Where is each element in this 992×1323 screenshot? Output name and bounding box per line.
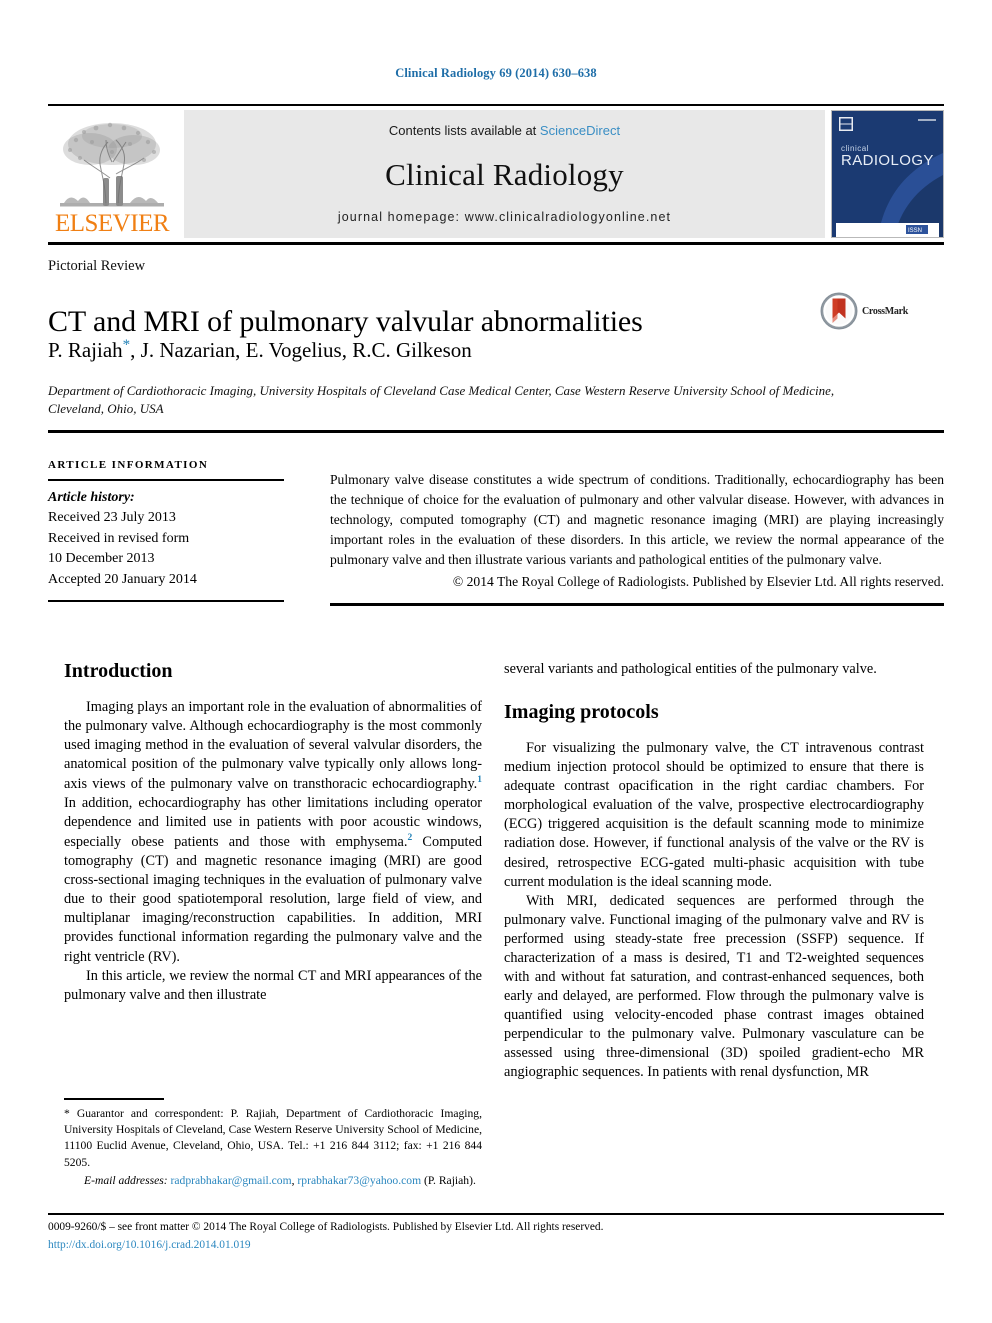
contents-available-line: Contents lists available at ScienceDirec… bbox=[389, 123, 620, 138]
abstract-copyright: © 2014 The Royal College of Radiologists… bbox=[452, 573, 944, 589]
crossmark-icon bbox=[820, 292, 858, 330]
page-title: CT and MRI of pulmonary valvular abnorma… bbox=[48, 305, 643, 339]
elsevier-tree-icon bbox=[60, 122, 164, 207]
author-list: P. Rajiah*, J. Nazarian, E. Vogelius, R.… bbox=[48, 337, 472, 363]
masthead-bottom-rule bbox=[48, 242, 944, 245]
footnote-email-suffix: (P. Rajiah). bbox=[424, 1173, 476, 1187]
footnote-divider bbox=[64, 1098, 164, 1100]
intro-continuation: several variants and pathological entiti… bbox=[504, 661, 877, 677]
journal-masthead: ELSEVIER Contents lists available at Sci… bbox=[48, 110, 944, 238]
article-information-heading: ARTICLE INFORMATION bbox=[48, 459, 209, 471]
body-column-left: Introduction Imaging plays an important … bbox=[64, 660, 482, 1005]
intro-p1-part-c: Computed tomography (CT) and magnetic re… bbox=[64, 834, 482, 965]
sciencedirect-link[interactable]: ScienceDirect bbox=[540, 123, 620, 138]
crossmark-badge[interactable]: CrossMark bbox=[820, 288, 940, 334]
footnote-block: * Guarantor and correspondent: P. Rajiah… bbox=[64, 1106, 482, 1189]
issn-front-matter: 0009-9260/$ – see front matter © 2014 Th… bbox=[48, 1221, 604, 1233]
coauthors: , J. Nazarian, E. Vogelius, R.C. Gilkeso… bbox=[130, 338, 472, 362]
protocols-paragraph-1: For visualizing the pulmonary valve, the… bbox=[504, 740, 924, 890]
article-received-date: Received 23 July 2013 bbox=[48, 510, 176, 526]
running-head: Clinical Radiology 69 (2014) 630–638 bbox=[395, 66, 597, 80]
masthead-center-panel: Contents lists available at ScienceDirec… bbox=[184, 110, 825, 238]
elsevier-wordmark: ELSEVIER bbox=[54, 210, 170, 237]
intro-paragraph-1: Imaging plays an important role in the e… bbox=[64, 698, 482, 967]
reference-marker-1[interactable]: 1 bbox=[477, 775, 482, 785]
footnote-email-label: E-mail addresses: bbox=[84, 1173, 168, 1187]
corresponding-author: P. Rajiah bbox=[48, 338, 123, 362]
page-footer: 0009-9260/$ – see front matter © 2014 Th… bbox=[48, 1219, 944, 1254]
heading-introduction: Introduction bbox=[64, 660, 173, 682]
footnote-correspondence: * Guarantor and correspondent: P. Rajiah… bbox=[64, 1107, 482, 1169]
abstract: Pulmonary valve disease constitutes a wi… bbox=[330, 470, 944, 592]
intro-paragraph-2: In this article, we review the normal CT… bbox=[64, 967, 482, 1003]
footer-divider bbox=[48, 1213, 944, 1215]
masthead-top-rule bbox=[48, 104, 944, 106]
elsevier-logo: ELSEVIER bbox=[48, 110, 176, 238]
affiliation: Department of Cardiothoracic Imaging, Un… bbox=[48, 383, 835, 417]
intro-p1-part-a: Imaging plays an important role in the e… bbox=[64, 699, 482, 793]
doi-link[interactable]: http://dx.doi.org/10.1016/j.crad.2014.01… bbox=[48, 1237, 944, 1255]
abstract-bottom-rule bbox=[330, 603, 944, 606]
protocols-paragraph-2: With MRI, dedicated sequences are perfor… bbox=[504, 892, 924, 1081]
article-revised-label: Received in revised form bbox=[48, 530, 190, 546]
contents-prefix: Contents lists available at bbox=[388, 123, 540, 138]
email-link-primary[interactable]: radprabhakar@gmail.com bbox=[171, 1174, 292, 1187]
article-revised-date: 10 December 2013 bbox=[48, 551, 155, 567]
svg-text:RADIOLOGY: RADIOLOGY bbox=[841, 152, 934, 169]
journal-cover-thumbnail: clinical RADIOLOGY ISSN bbox=[831, 110, 944, 238]
body-column-right: several variants and pathological entiti… bbox=[504, 660, 924, 1082]
abstract-text: Pulmonary valve disease constitutes a wi… bbox=[330, 472, 944, 567]
journal-cover-art: clinical RADIOLOGY ISSN bbox=[832, 111, 943, 237]
article-information-block: ARTICLE INFORMATION Article history: Rec… bbox=[48, 459, 284, 590]
journal-title: Clinical Radiology bbox=[385, 156, 624, 192]
email-link-secondary[interactable]: rprabhakar73@yahoo.com bbox=[297, 1174, 421, 1187]
crossmark-label: CrossMark bbox=[862, 305, 909, 317]
paper-page: Clinical Radiology 69 (2014) 630–638 ELS… bbox=[0, 0, 992, 1323]
heading-imaging-protocols: Imaging protocols bbox=[504, 701, 659, 724]
article-type-label: Pictorial Review bbox=[48, 258, 146, 274]
svg-text:ISSN: ISSN bbox=[908, 228, 922, 234]
article-accepted-date: Accepted 20 January 2014 bbox=[48, 571, 197, 587]
article-history-label: Article history: bbox=[48, 490, 135, 505]
article-history: Article history: Received 23 July 2013 R… bbox=[48, 488, 284, 590]
footnote-emails: E-mail addresses: radprabhakar@gmail.com… bbox=[64, 1173, 482, 1189]
article-information-rule bbox=[48, 479, 284, 481]
journal-homepage-link[interactable]: journal homepage: www.clinicalradiologyo… bbox=[338, 210, 671, 224]
section-rule-top bbox=[48, 430, 944, 433]
article-information-bottom-rule bbox=[48, 600, 284, 602]
